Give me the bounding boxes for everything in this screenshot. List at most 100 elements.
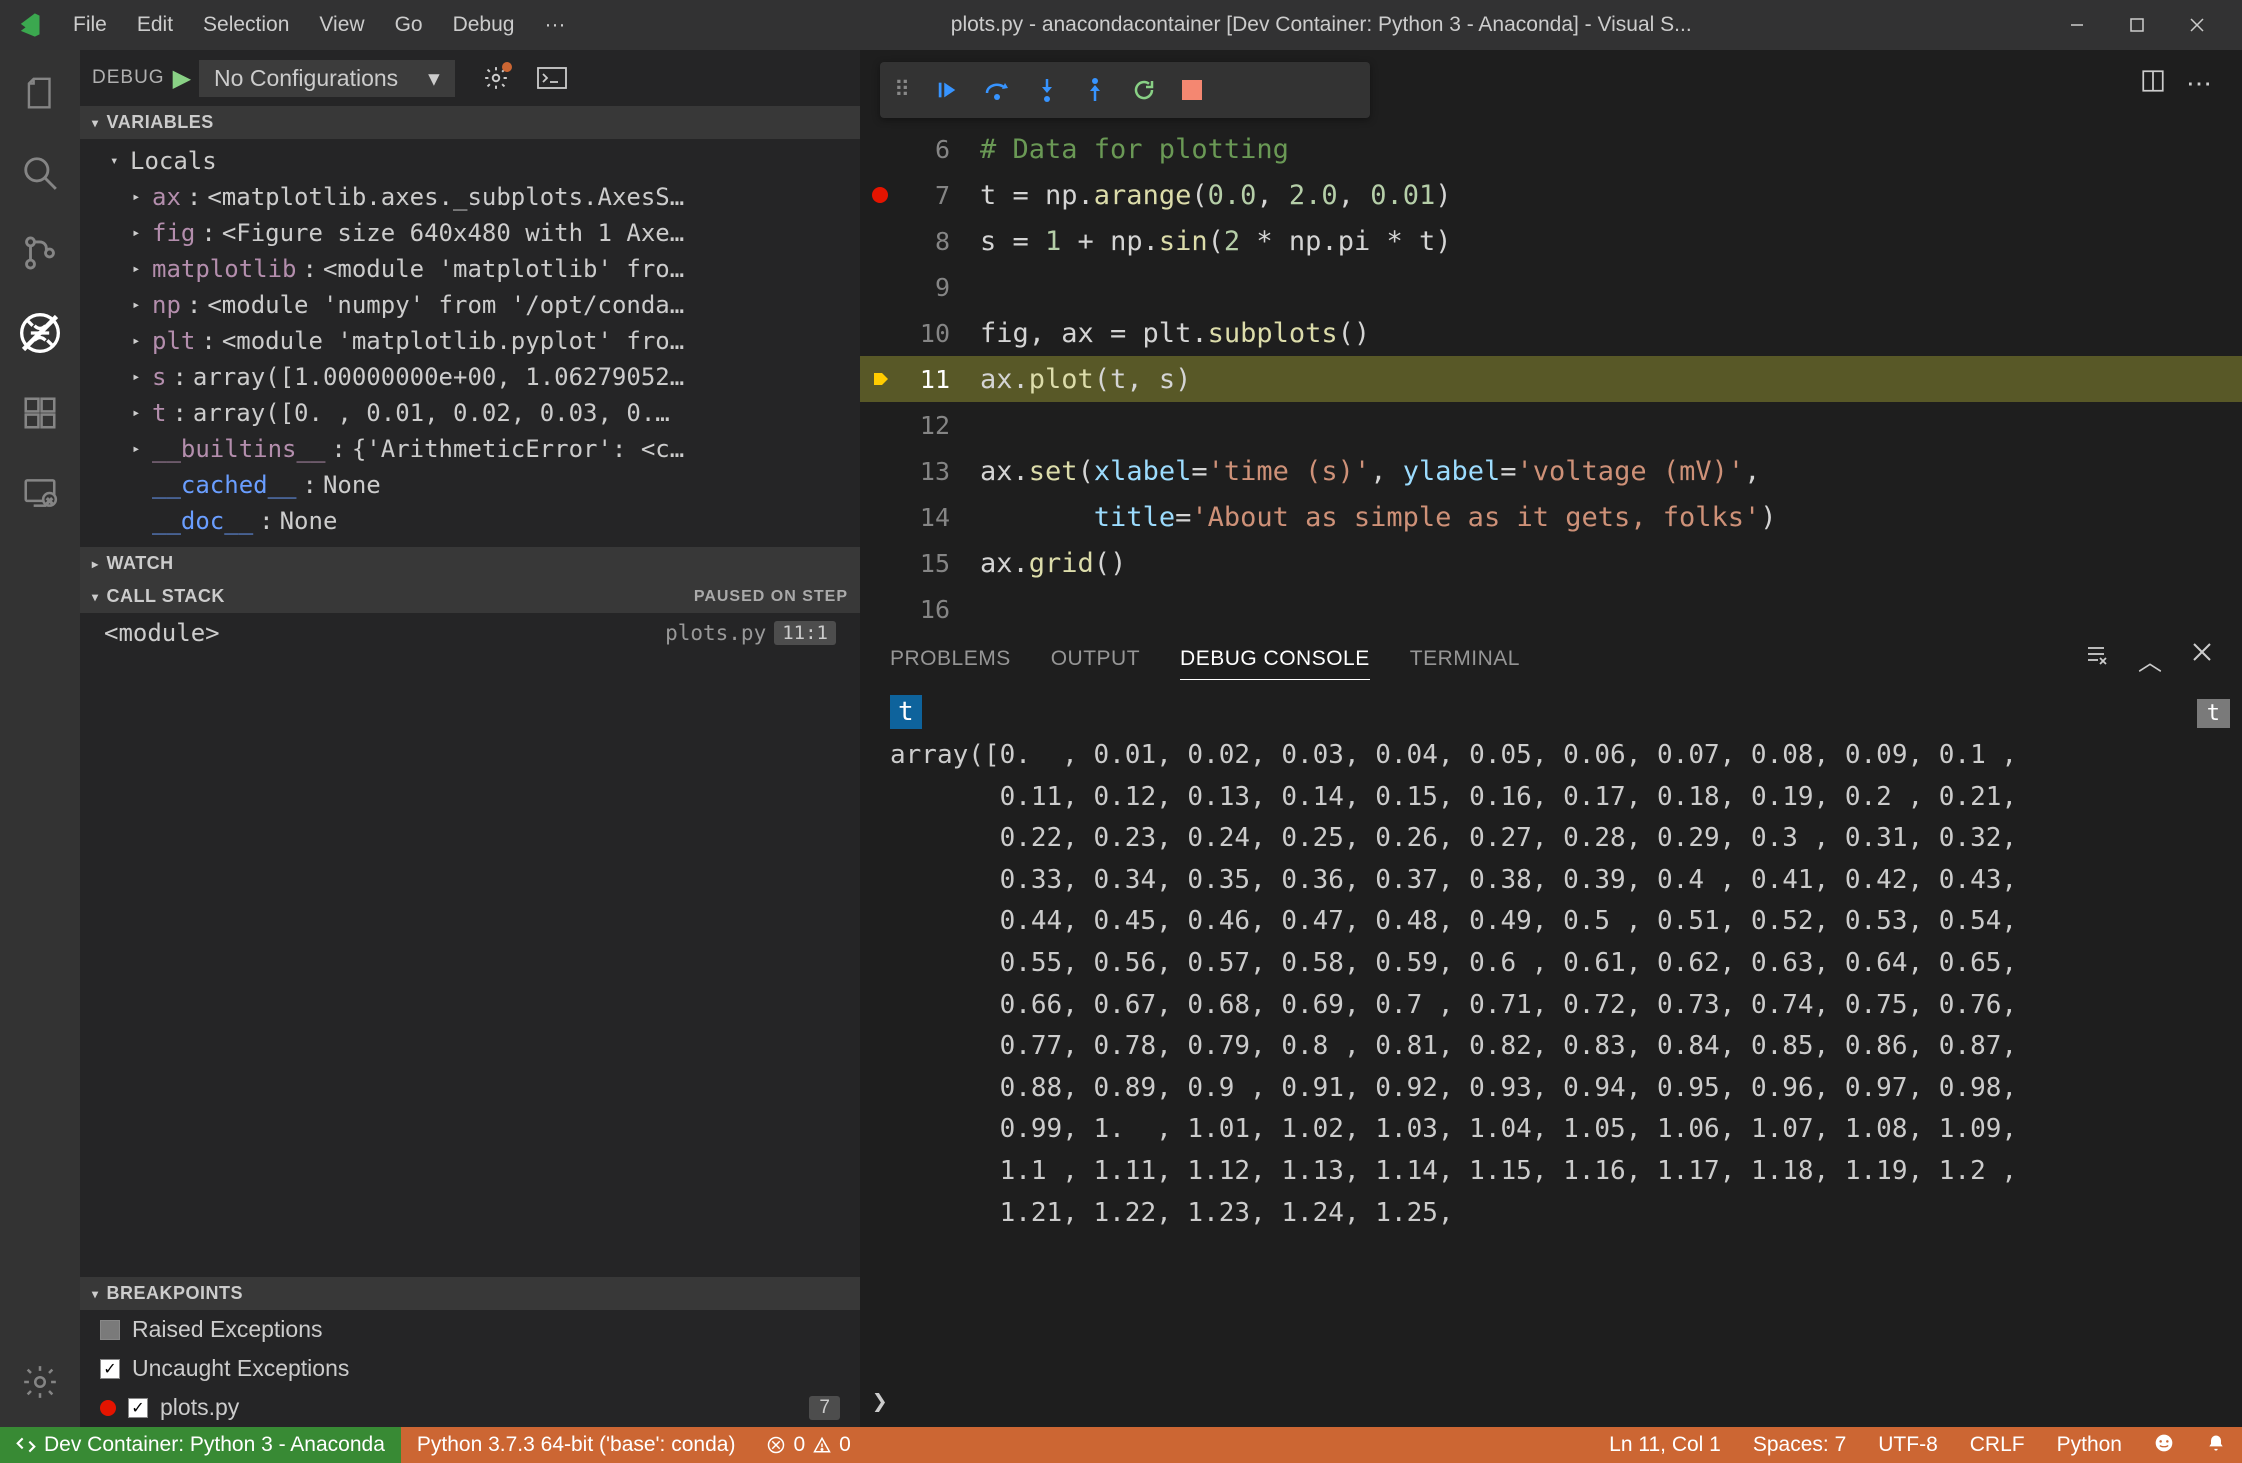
breakpoint-file[interactable]: ✓ plots.py 7 [80, 1388, 860, 1427]
watch-section-header[interactable]: ▸ WATCH [80, 547, 860, 580]
tab-debug-console[interactable]: DEBUG CONSOLE [1180, 639, 1370, 680]
console-output: array([0. , 0.01, 0.02, 0.03, 0.04, 0.05… [890, 735, 2242, 1234]
status-remote[interactable]: Dev Container: Python 3 - Anaconda [0, 1427, 401, 1463]
chevron-down-icon: ▾ [92, 1287, 99, 1301]
extensions-icon[interactable] [15, 388, 65, 438]
debug-console-toggle-icon[interactable] [537, 67, 567, 89]
breakpoints-section-header[interactable]: ▾ BREAKPOINTS [80, 1277, 860, 1310]
tab-problems[interactable]: PROBLEMS [890, 639, 1011, 679]
status-encoding[interactable]: UTF-8 [1862, 1433, 1954, 1457]
variables-section-header[interactable]: ▾ VARIABLES [80, 106, 860, 139]
status-feedback-icon[interactable] [2138, 1433, 2190, 1453]
watch-label: WATCH [107, 553, 174, 574]
checkbox-checked-icon[interactable]: ✓ [100, 1359, 120, 1379]
variables-label: VARIABLES [107, 112, 214, 133]
console-prompt-icon[interactable]: ❯ [872, 1387, 888, 1417]
step-over-button[interactable] [984, 79, 1010, 101]
checkbox-checked-icon[interactable]: ✓ [128, 1398, 148, 1418]
explorer-icon[interactable] [15, 68, 65, 118]
status-language[interactable]: Python [2041, 1433, 2138, 1457]
menu-view[interactable]: View [304, 8, 379, 42]
status-bar: Dev Container: Python 3 - Anaconda Pytho… [0, 1427, 2242, 1463]
settings-gear-icon[interactable] [15, 1357, 65, 1407]
status-problems[interactable]: 0 0 [751, 1427, 866, 1463]
tab-terminal[interactable]: TERMINAL [1410, 639, 1520, 679]
remote-explorer-icon[interactable]: × [15, 468, 65, 518]
menu-debug[interactable]: Debug [438, 8, 530, 42]
vscode-logo-icon [15, 11, 43, 39]
status-eol[interactable]: CRLF [1954, 1433, 2041, 1457]
breakpoint-raised-exceptions[interactable]: Raised Exceptions [80, 1310, 860, 1349]
menu-selection[interactable]: Selection [188, 8, 304, 42]
chevron-right-icon: ▸ [92, 557, 99, 571]
close-panel-icon[interactable] [2192, 642, 2212, 677]
breakpoint-uncaught-exceptions[interactable]: ✓ Uncaught Exceptions [80, 1349, 860, 1388]
debug-icon[interactable] [15, 308, 65, 358]
minimize-button[interactable] [2062, 10, 2092, 40]
callstack-label: CALL STACK [107, 586, 225, 607]
close-button[interactable] [2182, 10, 2212, 40]
maximize-button[interactable] [2122, 10, 2152, 40]
menu-go[interactable]: Go [380, 8, 438, 42]
menu-file[interactable]: File [58, 8, 122, 42]
split-editor-icon[interactable] [2140, 68, 2166, 99]
titlebar: File Edit Selection View Go Debug ··· pl… [0, 0, 2242, 50]
status-notifications-icon[interactable] [2190, 1433, 2242, 1453]
locals-scope[interactable]: ▾Locals [80, 143, 860, 179]
callstack-status: PAUSED ON STEP [694, 588, 848, 606]
menu-overflow[interactable]: ··· [529, 8, 580, 42]
code-editor[interactable]: 6# Data for plotting 7t = np.arange(0.0,… [860, 118, 2242, 632]
source-control-icon[interactable] [15, 228, 65, 278]
variable-row[interactable]: ▸fig: <Figure size 640x480 with 1 Axe… [80, 215, 860, 251]
debug-console[interactable]: t t array([0. , 0.01, 0.02, 0.03, 0.04, … [860, 685, 2242, 1427]
debug-toolbar: ⠿ [880, 62, 1370, 118]
search-icon[interactable] [15, 148, 65, 198]
restart-button[interactable] [1132, 78, 1156, 102]
debug-panel-label: DEBUG [92, 67, 165, 89]
checkbox-icon[interactable] [100, 1320, 120, 1340]
dropdown-chevron-icon: ▾ [428, 65, 440, 92]
variable-row[interactable]: ▸__builtins__: {'ArithmeticError': <c… [80, 431, 860, 467]
debug-config-label: No Configurations [214, 65, 398, 92]
variable-row[interactable]: ▸plt: <module 'matplotlib.pyplot' fro… [80, 323, 860, 359]
breakpoint-glyph-icon[interactable] [872, 187, 888, 203]
variable-row[interactable]: ▸matplotlib: <module 'matplotlib' fro… [80, 251, 860, 287]
svg-text:×: × [47, 496, 53, 507]
panel-tabs: PROBLEMS OUTPUT DEBUG CONSOLE TERMINAL ︿ [860, 633, 2242, 685]
status-interpreter[interactable]: Python 3.7.3 64-bit ('base': conda) [401, 1427, 752, 1463]
variable-row[interactable]: ▸ax: <matplotlib.axes._subplots.AxesS… [80, 179, 860, 215]
variable-row[interactable]: ▸t: array([0. , 0.01, 0.02, 0.03, 0.… [80, 395, 860, 431]
drag-handle-icon[interactable]: ⠿ [894, 77, 910, 103]
debug-sidebar: DEBUG ▶ No Configurations ▾ ▾ VARIABLES … [80, 50, 860, 1427]
stop-button[interactable] [1182, 80, 1202, 100]
status-cursor-position[interactable]: Ln 11, Col 1 [1593, 1433, 1737, 1457]
chevron-down-icon: ▾ [92, 116, 99, 130]
clear-console-icon[interactable] [2084, 642, 2108, 677]
filter-badge: t [2197, 699, 2230, 728]
debug-settings-icon[interactable] [483, 65, 509, 91]
current-line-glyph-icon [872, 371, 888, 387]
collapse-panel-icon[interactable]: ︿ [2138, 642, 2162, 677]
variable-row[interactable]: ▸s: array([1.00000000e+00, 1.06279052… [80, 359, 860, 395]
console-input-echo: t [890, 695, 922, 729]
variable-row[interactable]: __doc__: None [80, 503, 860, 539]
tab-output[interactable]: OUTPUT [1051, 639, 1140, 679]
breakpoint-line-badge: 7 [809, 1396, 840, 1420]
continue-button[interactable] [936, 79, 958, 101]
variable-row[interactable]: __cached__: None [80, 467, 860, 503]
start-debug-button[interactable]: ▶ [173, 64, 191, 93]
variable-row[interactable]: ▸np: <module 'numpy' from '/opt/conda… [80, 287, 860, 323]
step-into-button[interactable] [1036, 77, 1058, 103]
debug-config-dropdown[interactable]: No Configurations ▾ [199, 60, 455, 97]
chevron-down-icon: ▾ [92, 590, 99, 604]
breakpoint-dot-icon [100, 1400, 116, 1416]
callstack-section-header[interactable]: ▾ CALL STACK PAUSED ON STEP [80, 580, 860, 613]
breakpoints-label: BREAKPOINTS [107, 1283, 244, 1304]
editor-area: ⠿ ⋯ 6# Data for plotting 7t = np.arange(… [860, 50, 2242, 1427]
status-indentation[interactable]: Spaces: 7 [1737, 1433, 1862, 1457]
window-title: plots.py - anacondacontainer [Dev Contai… [580, 13, 2062, 37]
step-out-button[interactable] [1084, 77, 1106, 103]
menu-edit[interactable]: Edit [122, 8, 188, 42]
stack-frame[interactable]: <module> plots.py 11:1 [80, 613, 860, 653]
more-actions-icon[interactable]: ⋯ [2186, 68, 2212, 99]
